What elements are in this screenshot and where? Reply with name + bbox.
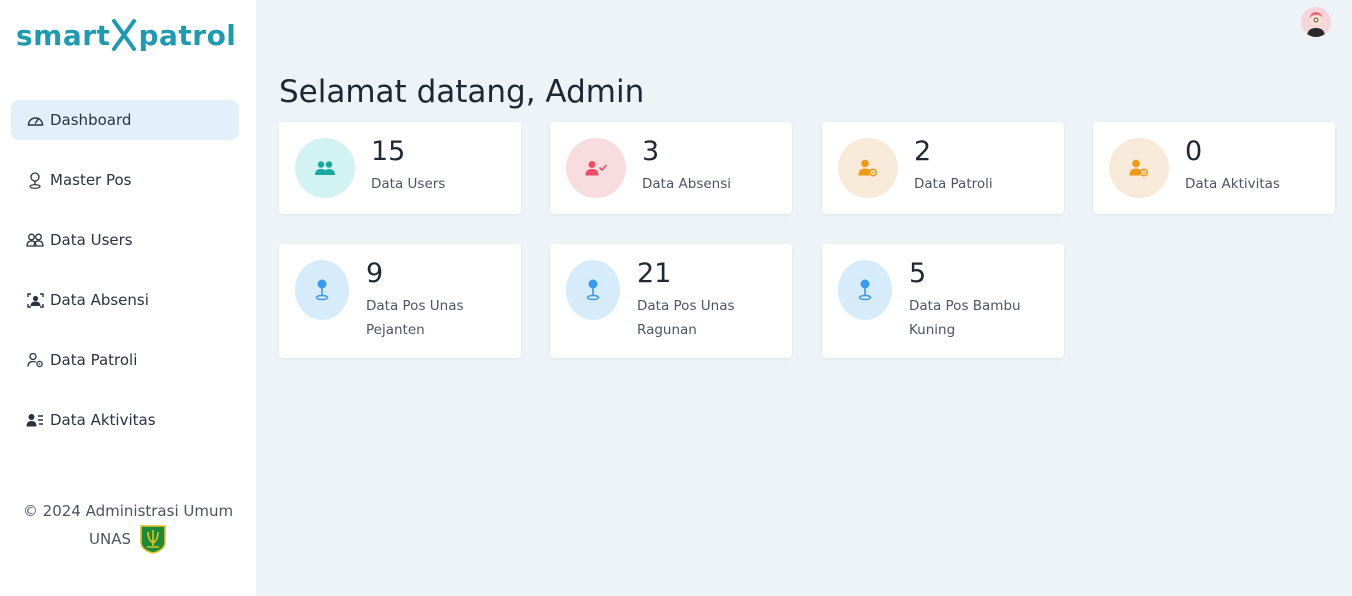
users-icon <box>315 161 335 175</box>
stat-label: Data Absensi <box>642 176 732 192</box>
stat-label: Data Pos Unas Pejanten <box>366 294 464 342</box>
user-check-icon <box>585 161 607 176</box>
user-gear-icon <box>858 159 878 177</box>
sidebar-item-label: Data Patroli <box>50 351 138 369</box>
sidebar-item-data-absensi[interactable]: Data Absensi <box>11 280 239 320</box>
dashboard-gauge-icon <box>26 111 44 129</box>
sidebar-footer: © 2024 Administrasi Umum UNAS <box>0 498 256 554</box>
stat-label-line1: Data Pos Unas <box>637 298 735 314</box>
sidebar-item-data-users[interactable]: Data Users <box>11 220 239 260</box>
sidebar-item-data-patroli[interactable]: Data Patroli <box>11 340 239 380</box>
stat-card-pos-pejanten[interactable]: 9 Data Pos Unas Pejanten <box>279 244 521 358</box>
stat-card-data-users[interactable]: 15 Data Users <box>279 122 521 214</box>
sidebar-item-data-aktivitas[interactable]: Data Aktivitas <box>11 400 239 440</box>
stat-label: Data Users <box>371 176 446 192</box>
sidebar-item-label: Master Pos <box>50 171 132 189</box>
sidebar: smart patrol Dashboard Master Pos Data U… <box>0 0 256 596</box>
stat-value: 2 <box>914 136 932 167</box>
stat-value: 5 <box>909 258 927 289</box>
brand-logo[interactable]: smart patrol <box>16 14 236 56</box>
brand-name-part2: patrol <box>138 18 237 52</box>
stat-icon-circle <box>566 138 626 198</box>
stat-icon-circle <box>838 138 898 198</box>
brand-x-icon <box>111 18 137 52</box>
stat-value: 0 <box>1185 136 1203 167</box>
sidebar-item-master-pos[interactable]: Master Pos <box>11 160 239 200</box>
stat-card-data-aktivitas[interactable]: 0 Data Aktivitas <box>1093 122 1335 214</box>
page-title: Selamat datang, Admin <box>279 74 645 110</box>
unas-seal-icon <box>139 524 167 554</box>
stat-card-data-absensi[interactable]: 3 Data Absensi <box>550 122 792 214</box>
sidebar-item-dashboard[interactable]: Dashboard <box>11 100 239 140</box>
user-gear-icon <box>1129 159 1149 177</box>
map-pin-icon <box>315 279 329 301</box>
sidebar-item-label: Data Absensi <box>50 291 149 309</box>
stat-value: 9 <box>366 258 384 289</box>
stat-label-line2: Pejanten <box>366 322 425 338</box>
footer-copyright: © 2024 Administrasi Umum <box>22 502 234 520</box>
footer-org: UNAS <box>0 524 256 554</box>
stat-card-data-patroli[interactable]: 2 Data Patroli <box>822 122 1064 214</box>
user-avatar[interactable] <box>1301 7 1331 37</box>
stat-card-pos-ragunan[interactable]: 21 Data Pos Unas Ragunan <box>550 244 792 358</box>
stat-label-line2: Kuning <box>909 322 956 338</box>
stat-icon-circle <box>295 138 355 198</box>
stat-label: Data Pos Unas Ragunan <box>637 294 735 342</box>
footer-org-name: UNAS <box>89 530 131 548</box>
map-pin-icon <box>586 279 600 301</box>
sidebar-item-label: Dashboard <box>50 111 132 129</box>
stat-label-line2: Ragunan <box>637 322 697 338</box>
stat-card-pos-bambu-kuning[interactable]: 5 Data Pos Bambu Kuning <box>822 244 1064 358</box>
stat-icon-circle <box>295 260 349 320</box>
users-icon <box>26 231 44 249</box>
brand-name-part1: smart <box>16 18 111 52</box>
stat-label-line1: Data Pos Unas <box>366 298 464 314</box>
user-id-frame-icon <box>26 291 44 309</box>
map-pin-icon <box>858 279 872 301</box>
stat-icon-circle <box>838 260 892 320</box>
stat-label: Data Patroli <box>914 176 993 192</box>
sidebar-item-label: Data Users <box>50 231 133 249</box>
user-list-icon <box>26 411 44 429</box>
stat-value: 21 <box>637 258 672 289</box>
sidebar-nav: Dashboard Master Pos Data Users Data Abs… <box>11 100 239 460</box>
stat-icon-circle <box>566 260 620 320</box>
stat-value: 3 <box>642 136 660 167</box>
stat-label-line1: Data Pos Bambu <box>909 298 1021 314</box>
sidebar-item-label: Data Aktivitas <box>50 411 156 429</box>
stat-label: Data Aktivitas <box>1185 176 1280 192</box>
user-gear-icon <box>26 351 44 369</box>
stat-icon-circle <box>1109 138 1169 198</box>
stat-label: Data Pos Bambu Kuning <box>909 294 1021 342</box>
user-avatar-icon <box>1301 7 1331 37</box>
person-pin-icon <box>26 171 44 189</box>
stat-value: 15 <box>371 136 406 167</box>
